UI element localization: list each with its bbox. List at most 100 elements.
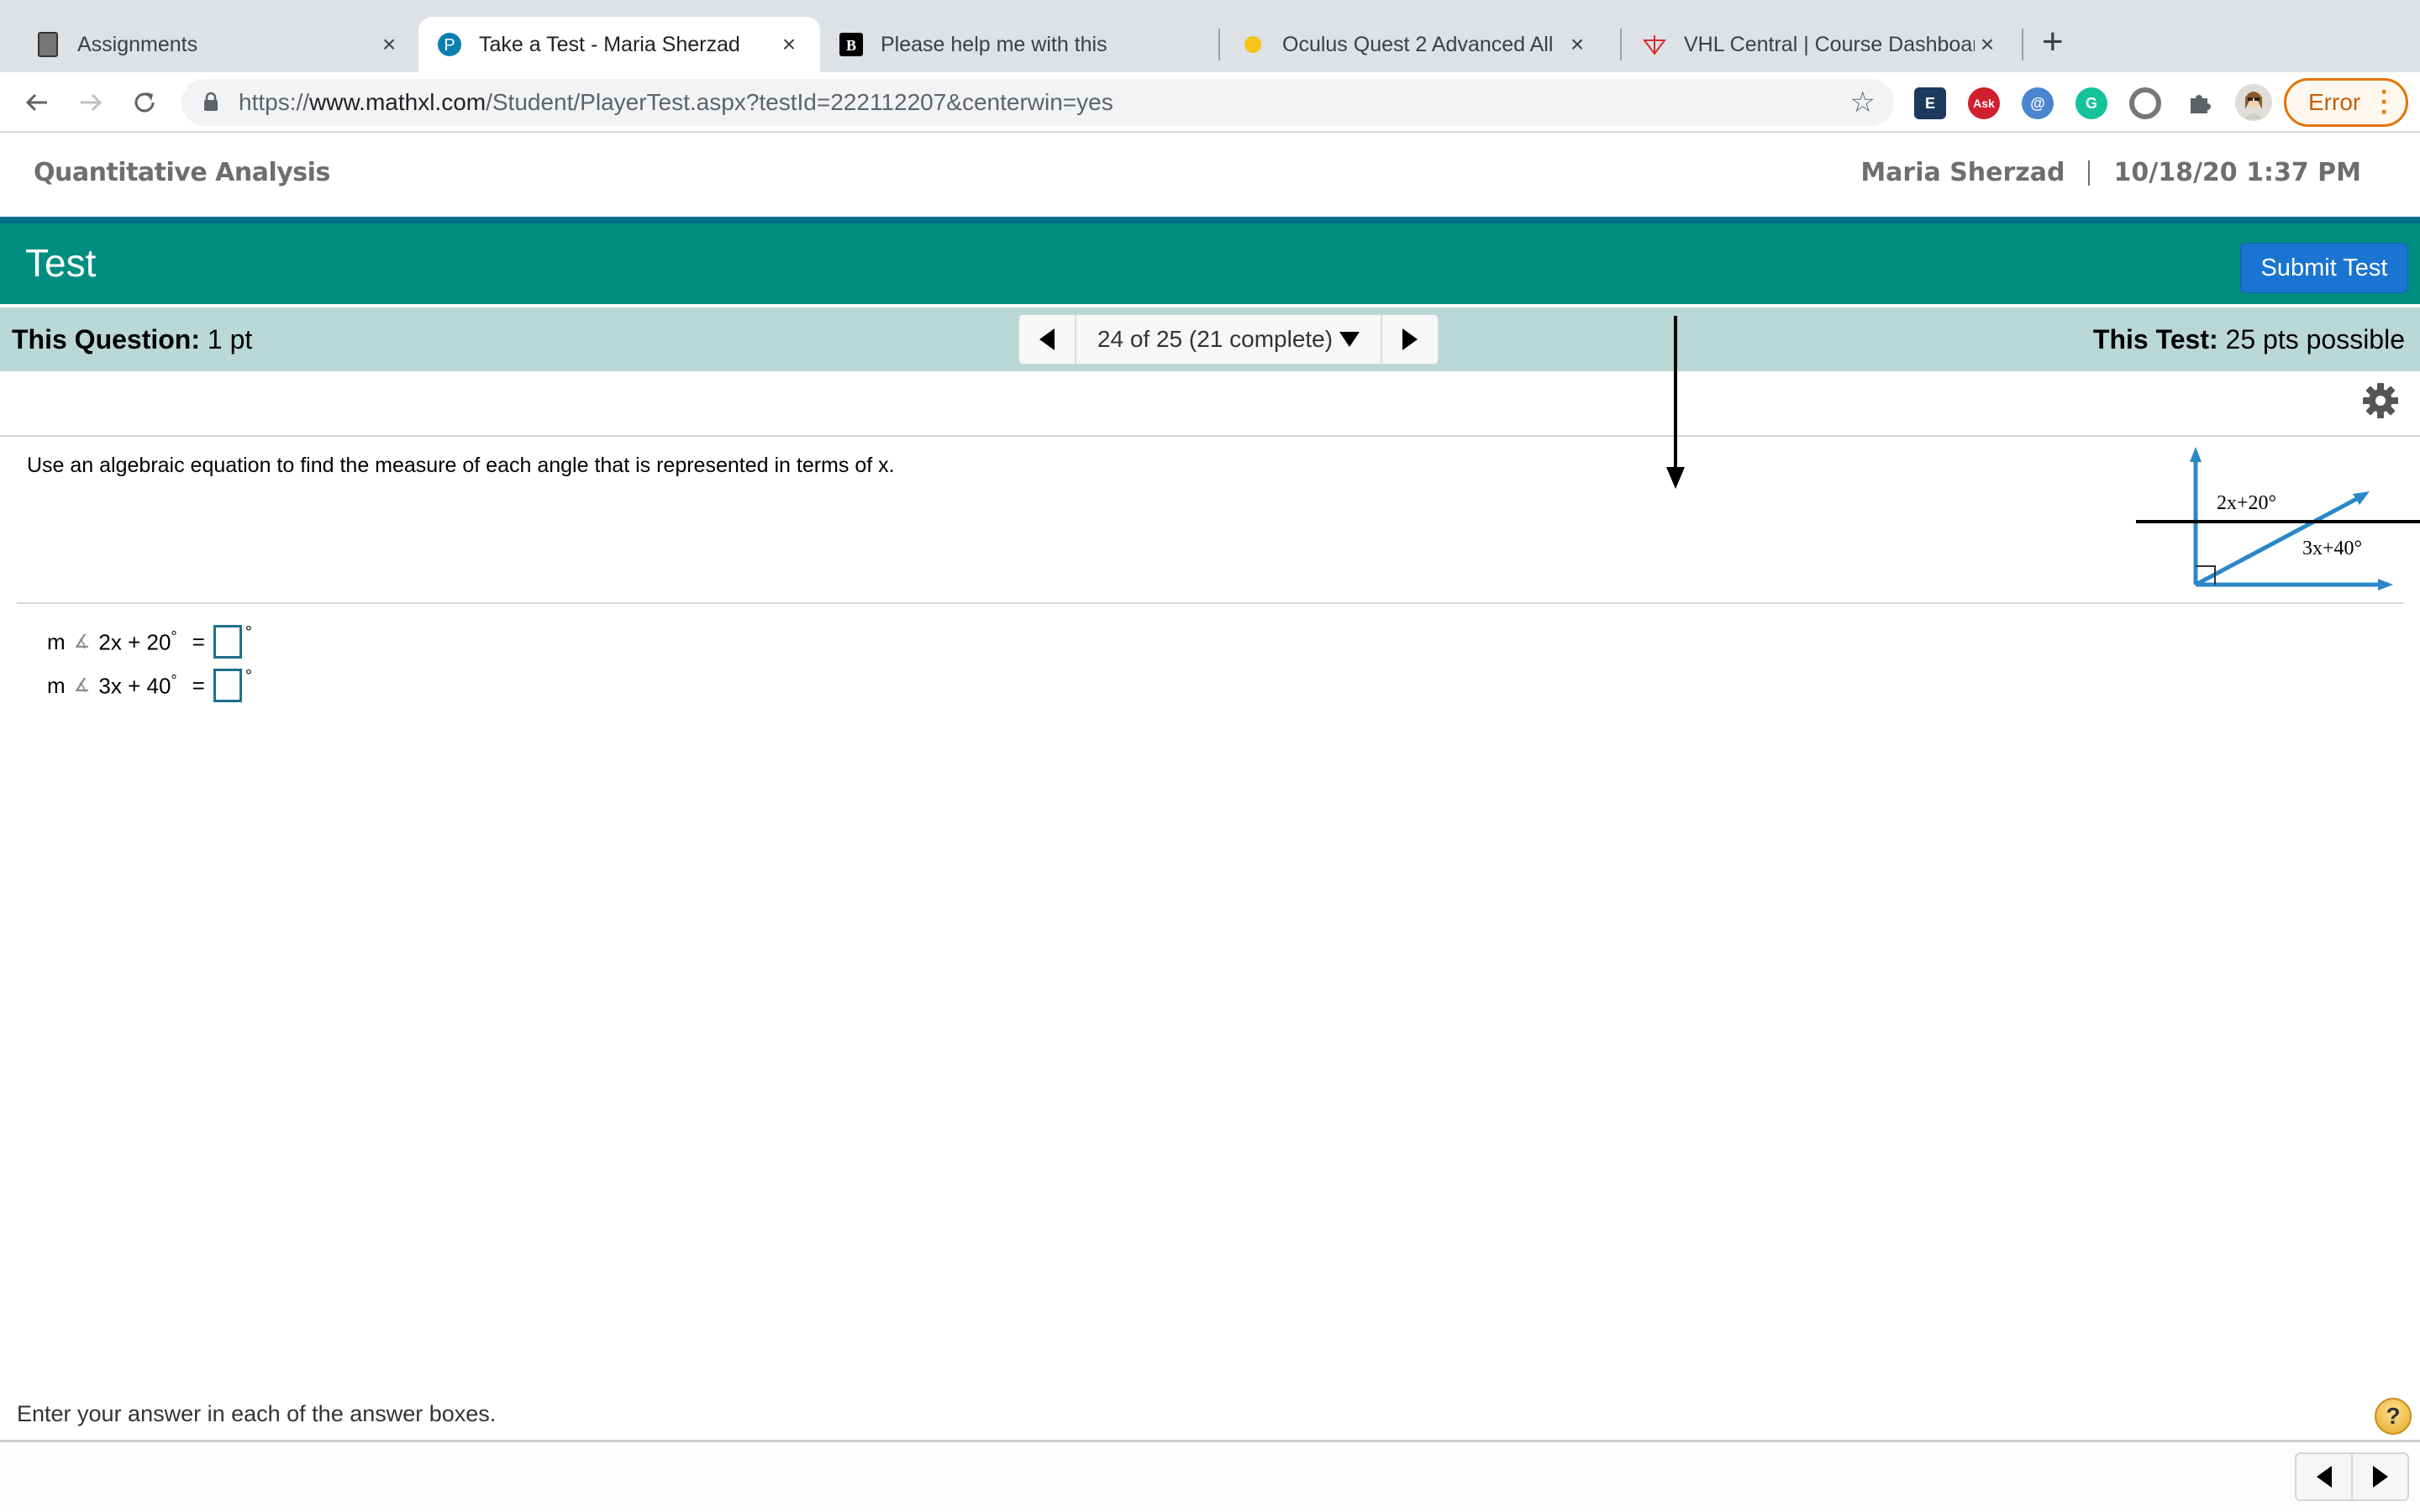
tab-vhl-central[interactable]: VHL Central | Course Dashboard × [1623,17,2018,72]
triangle-left-icon [2316,1466,2332,1488]
url-text[interactable]: https://www.mathxl.com/Student/PlayerTes… [239,89,1113,116]
close-icon[interactable]: × [376,31,402,58]
browser-tab-strip: Assignments × P Take a Test - Maria Sher… [0,0,2420,72]
equals-sign: = [192,672,205,698]
this-question-value: 1 pt [207,324,253,354]
easybib-icon[interactable]: E [1914,87,1946,119]
bottom-previous-button[interactable] [2296,1454,2351,1499]
triangle-down-icon [1339,332,1360,347]
angle-diagram: 2x+20° 3x+40° [2136,447,2420,591]
svg-text:P: P [444,36,455,55]
question-text: Use an algebraic equation to find the me… [27,454,895,477]
course-name: Quantitative Analysis [34,158,330,187]
previous-question-button[interactable] [1019,315,1075,364]
triangle-right-icon [2372,1466,2388,1488]
url-scheme: https:// [239,89,310,115]
user-name: Maria Sherzad [1860,158,2065,187]
equals-sign: = [192,628,205,654]
answer-row: m ∡ 2x + 20° = ° [47,620,252,664]
horizontal-ray [2196,579,2393,591]
profile-error-button[interactable]: Error · · · [2284,78,2408,127]
bottom-next-button[interactable] [2351,1454,2407,1499]
reload-icon [134,92,155,113]
datetime: 10/18/20 1:37 PM [2113,158,2361,187]
tab-title: Assignments [77,32,198,56]
reload-button[interactable] [126,84,163,121]
annotation-arrow-icon [1666,316,1685,489]
close-icon[interactable]: × [1975,31,2000,58]
test-title-bar: Test Submit Test [0,217,2420,304]
test-title: Test [25,241,97,285]
url-path: /Student/PlayerTest.aspx?testId=22211220… [486,89,1113,115]
answer-row: m ∡ 3x + 40° = ° [47,664,252,707]
answer-input-2[interactable] [213,669,242,702]
question-info-bar: This Question: 1 pt 24 of 25 (21 complet… [0,307,2420,371]
back-button[interactable] [18,84,55,121]
ask-icon[interactable]: Ask [1968,87,2000,119]
email-icon[interactable]: @ [2022,87,2054,119]
footer-hint: Enter your answer in each of the answer … [17,1401,497,1426]
address-bar[interactable]: https://www.mathxl.com/Student/PlayerTes… [182,79,1894,126]
angle-icon: ∡ [73,631,91,652]
triangle-right-icon [1402,328,1418,350]
close-icon[interactable]: × [776,31,802,58]
degree-symbol: ° [171,627,177,645]
triangle-left-icon [1039,328,1055,350]
new-tab-button[interactable]: + [2042,24,2064,60]
tab-oculus[interactable]: Oculus Quest 2 Advanced All × [1222,17,1608,72]
error-label: Error [2308,89,2361,115]
tablet-icon [35,32,60,57]
gear-icon[interactable] [2361,381,2400,420]
angle-expression: 3x + 40° [98,672,176,700]
tab-separator [2022,29,2023,60]
bottom-question-nav [2295,1452,2409,1501]
close-icon[interactable]: × [1565,31,1590,58]
browser-toolbar: https://www.mathxl.com/Student/PlayerTes… [0,72,2420,133]
angle-label-lower: 3x+40° [2302,538,2362,559]
arrow-left-icon [25,93,47,112]
tab-title: Please help me with this [881,32,1107,56]
brainly-icon: B [839,32,864,57]
help-button[interactable]: ? [2375,1398,2412,1435]
tab-brainly[interactable]: B Please help me with this [820,17,1215,72]
course-header: Quantitative Analysis Maria Sherzad 10/1… [0,133,2420,217]
tab-title: Oculus Quest 2 Advanced All [1282,32,1554,56]
forward-button[interactable] [72,84,109,121]
oculus-icon [1240,32,1265,57]
grammarly-icon[interactable]: G [2075,87,2107,119]
more-menu-icon: · · · [2381,78,2389,126]
tab-assignments[interactable]: Assignments × [17,17,420,72]
question-navigator: 24 of 25 (21 complete) [1018,314,1439,365]
question-select-dropdown[interactable]: 24 of 25 (21 complete) [1075,315,1382,364]
bookmark-star-icon[interactable]: ☆ [1850,86,1876,119]
circle-extension-icon[interactable] [2129,87,2161,119]
lock-icon [204,92,218,111]
tab-take-a-test[interactable]: P Take a Test - Maria Sherzad × [418,17,820,72]
pearson-icon: P [437,32,462,57]
puzzle-icon[interactable] [2183,87,2215,119]
answer-input-1[interactable] [213,625,242,659]
footer-bar [0,1442,2420,1512]
degree-unit: ° [245,667,252,685]
profile-avatar[interactable] [2235,84,2272,121]
degree-unit: ° [245,623,252,642]
next-question-button[interactable] [1382,315,1438,364]
divider [2088,160,2091,186]
angle-expression: 2x + 20° [98,628,176,656]
tab-title: Take a Test - Maria Sherzad [479,32,740,56]
question-position: 24 of 25 (21 complete) [1097,326,1334,352]
degree-symbol: ° [171,671,177,689]
user-info: Maria Sherzad 10/18/20 1:37 PM [1860,158,2361,187]
tab-separator [1620,29,1622,60]
answer-area: m ∡ 2x + 20° = ° m ∡ 3x + 40° = ° [47,620,252,707]
url-host: www.mathxl.com [309,89,487,115]
this-test-points: This Test: 25 pts possible [2093,324,2405,355]
this-question-label: This Question: [12,324,200,354]
submit-test-button[interactable]: Submit Test [2240,243,2408,293]
svg-text:B: B [846,37,856,54]
vhl-icon [1642,32,1667,57]
tab-title: VHL Central | Course Dashboard [1684,32,1975,56]
arrow-right-icon [81,93,103,112]
question-divider [17,602,2403,604]
vertical-ray [2190,447,2202,585]
